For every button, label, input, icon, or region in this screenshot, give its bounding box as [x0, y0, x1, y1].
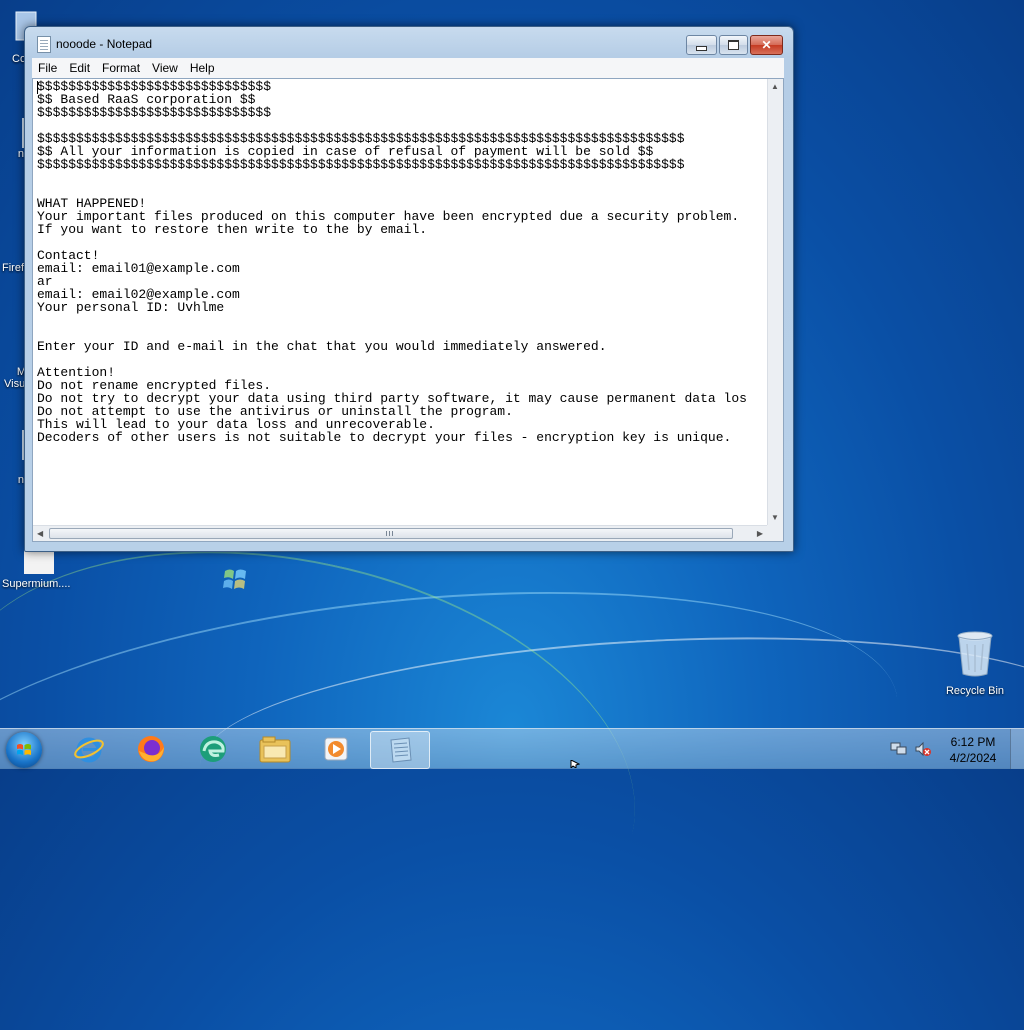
desktop-icon-supermium[interactable]: Supermium....: [0, 550, 80, 590]
taskbar-firefox[interactable]: [124, 731, 178, 767]
text-line: [37, 314, 767, 327]
desktop-icon-firefox[interactable]: Firef: [0, 222, 26, 274]
desktop-icon-1[interactable]: n: [0, 118, 24, 178]
maximize-icon: [728, 40, 739, 50]
menu-bar: File Edit Format View Help: [32, 58, 784, 78]
scroll-down-icon[interactable]: ▼: [771, 513, 779, 522]
window-title: nooode - Notepad: [56, 37, 153, 51]
text-line: Enter your ID and e-mail in the chat tha…: [37, 339, 607, 354]
grip-icon: [386, 531, 394, 536]
edge-icon: [200, 736, 226, 762]
recycle-bin-icon: [957, 631, 993, 677]
desktop-icon-5[interactable]: n: [0, 430, 24, 486]
windows-logo-wallpaper: [223, 569, 246, 589]
taskbar-notepad[interactable]: [370, 731, 430, 769]
horizontal-scrollbar[interactable]: ◀ ▶: [33, 525, 767, 541]
horizontal-scroll-thumb[interactable]: [49, 528, 733, 539]
text-line: Your personal ID: Uvhlme: [37, 300, 225, 315]
desktop-icon-recycle-bin[interactable]: Recycle Bin: [936, 630, 1014, 697]
text-content[interactable]: $$$$$$$$$$$$$$$$$$$$$$$$$$$$$$ $$ Based …: [33, 79, 767, 525]
notepad-icon: [390, 737, 412, 763]
menu-view[interactable]: View: [146, 61, 184, 75]
network-icon[interactable]: [890, 741, 908, 757]
taskbar-internet-explorer[interactable]: [62, 731, 116, 767]
taskbar: 6:12 PM 4/2/2024: [0, 728, 1024, 769]
maximize-button[interactable]: [719, 35, 748, 55]
close-icon: ✕: [761, 38, 772, 52]
desktop-icon-label: n: [17, 148, 24, 160]
text-line: [37, 184, 767, 197]
taskbar-edge[interactable]: [186, 731, 240, 767]
scroll-left-icon[interactable]: ◀: [37, 529, 43, 538]
close-button[interactable]: ✕: [750, 35, 783, 55]
text-line: [37, 236, 767, 249]
clock-time: 6:12 PM: [950, 735, 996, 749]
title-bar[interactable]: nooode - Notepad ✕: [25, 27, 793, 59]
menu-edit[interactable]: Edit: [63, 61, 96, 75]
desktop-icon-label: Recycle Bin: [945, 685, 1005, 697]
text-editor[interactable]: $$$$$$$$$$$$$$$$$$$$$$$$$$$$$$ $$ Based …: [32, 78, 784, 542]
firefox-icon: [138, 736, 164, 762]
clock-date: 4/2/2024: [949, 751, 997, 765]
menu-file[interactable]: File: [32, 61, 63, 75]
desktop-icon-label: Firef: [2, 262, 24, 274]
minimize-icon: [696, 45, 707, 51]
clock[interactable]: 6:12 PM 4/2/2024: [942, 734, 1004, 766]
desktop-icon-label: Supermium....: [2, 578, 71, 590]
volume-muted-icon[interactable]: [914, 741, 932, 757]
supermium-icon: [24, 550, 54, 574]
menu-format[interactable]: Format: [96, 61, 146, 75]
text-line: $$$$$$$$$$$$$$$$$$$$$$$$$$$$$$: [37, 105, 272, 120]
taskbar-file-explorer[interactable]: [248, 731, 302, 767]
desktop-icon-label: n: [17, 474, 24, 486]
text-line: $$$$$$$$$$$$$$$$$$$$$$$$$$$$$$$$$$$$$$$$…: [37, 157, 685, 172]
show-desktop-button[interactable]: [1010, 729, 1024, 769]
folder-icon: [259, 736, 291, 763]
minimize-button[interactable]: [686, 35, 717, 55]
windows-flag-icon: [17, 744, 31, 755]
text-line: [37, 171, 767, 184]
start-button[interactable]: [6, 732, 42, 768]
scrollbar-corner: [767, 525, 783, 541]
mouse-cursor-icon: [570, 760, 580, 768]
text-line: [37, 353, 767, 366]
vertical-scrollbar[interactable]: ▲ ▼: [767, 79, 783, 525]
media-player-icon: [324, 737, 348, 761]
scroll-up-icon[interactable]: ▲: [771, 82, 779, 91]
text-line: email: email01@example.com: [37, 261, 240, 276]
internet-explorer-icon: [74, 737, 104, 763]
taskbar-media-player[interactable]: [310, 731, 364, 767]
text-caret: [37, 81, 38, 94]
scroll-right-icon[interactable]: ▶: [757, 529, 763, 538]
notepad-icon: [37, 36, 51, 53]
desktop-icon-label: Visu: [4, 378, 26, 390]
text-line: If you want to restore then write to the…: [37, 222, 428, 237]
desktop-icon-visual-studio[interactable]: M Visu: [0, 322, 26, 390]
menu-help[interactable]: Help: [184, 61, 221, 75]
desktop-icon-label: M: [16, 366, 26, 378]
text-line: Decoders of other users is not suitable …: [37, 430, 732, 445]
notepad-window[interactable]: nooode - Notepad ✕ File Edit Format View…: [24, 26, 794, 552]
